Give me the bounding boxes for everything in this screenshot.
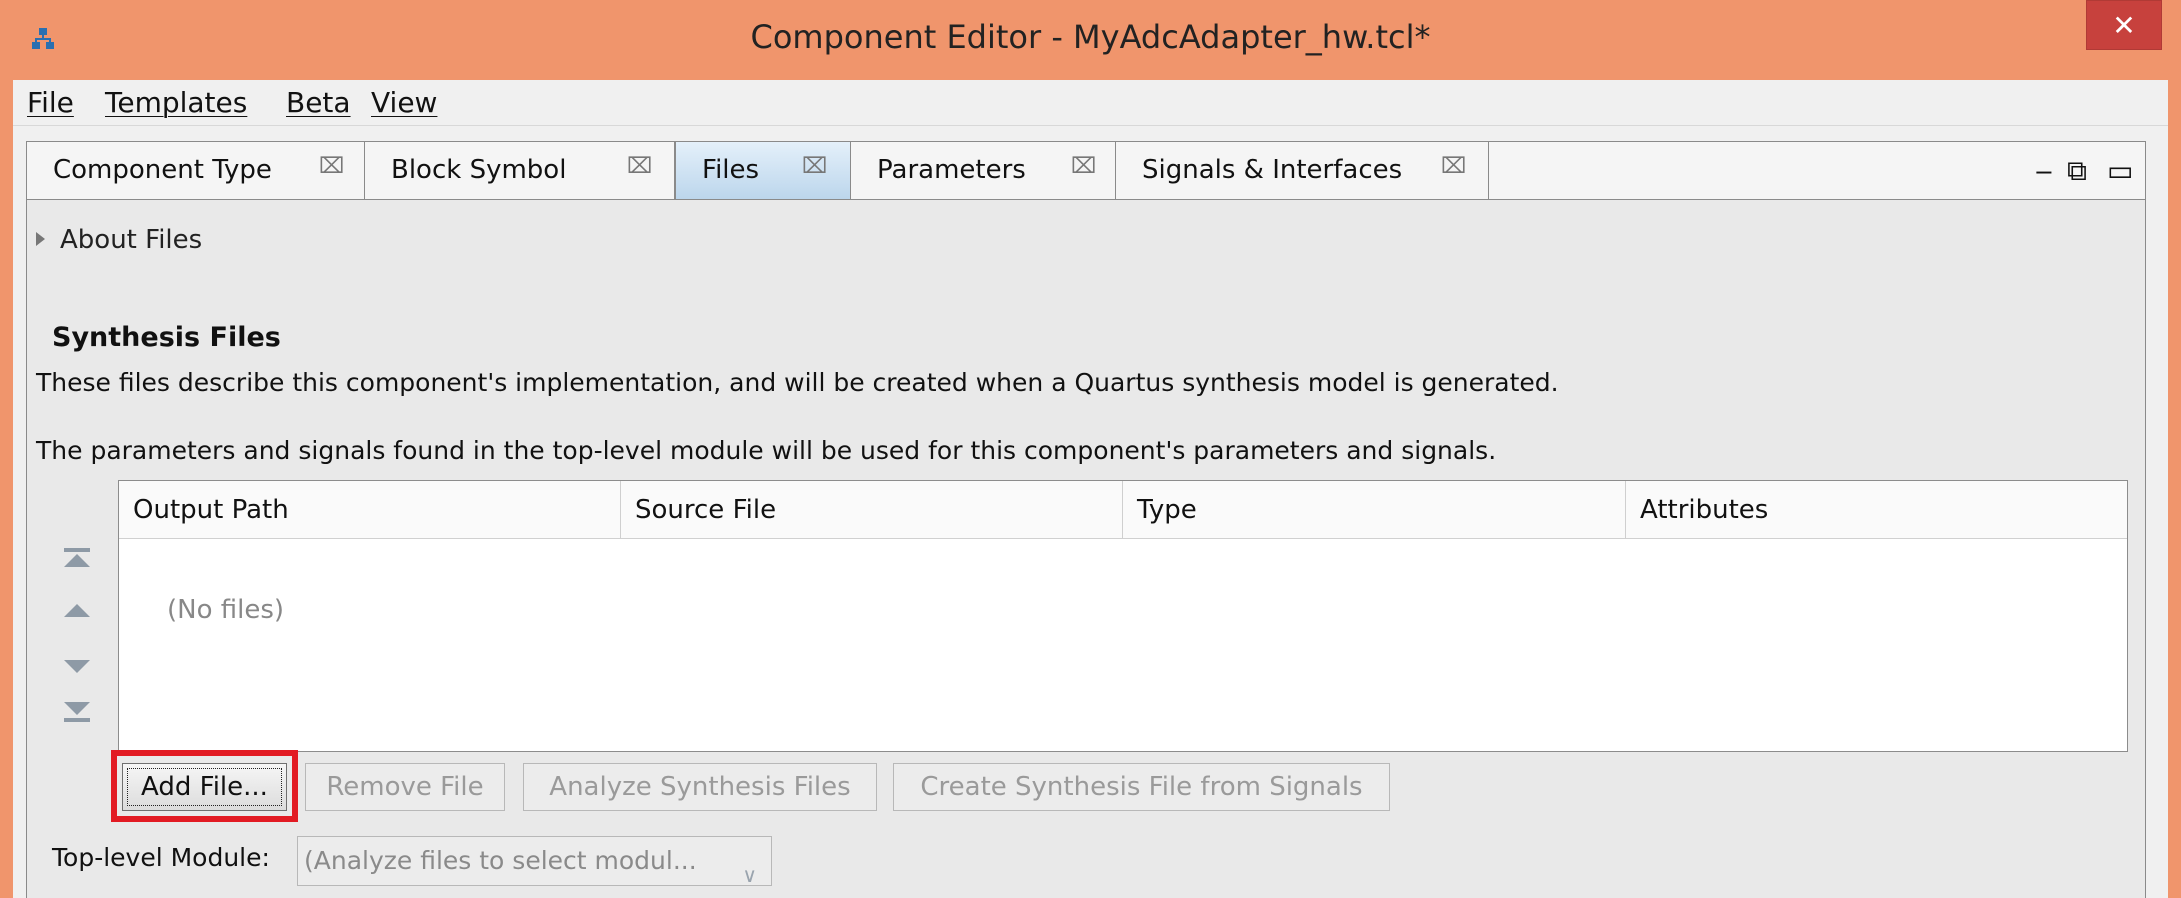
tab-label: Component Type	[53, 155, 272, 185]
window-title: Component Editor - MyAdcAdapter_hw.tcl*	[750, 18, 1431, 56]
column-header-output-path[interactable]: Output Path	[119, 481, 621, 539]
tab-label: Signals & Interfaces	[1142, 155, 1403, 185]
menu-bar: File Templates Beta View	[13, 80, 2168, 126]
tab-close-icon[interactable]: ⌧	[1071, 154, 1096, 179]
section-note: The parameters and signals found in the …	[36, 436, 1497, 465]
move-to-top-icon[interactable]	[62, 548, 92, 576]
column-header-type[interactable]: Type	[1123, 481, 1626, 539]
expand-arrow-icon[interactable]	[36, 232, 45, 246]
tab-label: Block Symbol	[391, 155, 567, 185]
column-header-attributes[interactable]: Attributes	[1626, 481, 2129, 539]
empty-table-message: (No files)	[167, 595, 285, 625]
tab-bar: Component Type ⌧ Block Symbol ⌧ Files ⌧ …	[26, 141, 2146, 200]
close-window-button[interactable]: ✕	[2086, 0, 2162, 50]
tab-component-type[interactable]: Component Type ⌧	[27, 142, 365, 199]
create-synthesis-file-button[interactable]: Create Synthesis File from Signals	[893, 763, 1390, 811]
menu-view[interactable]: View	[371, 86, 437, 119]
tab-close-icon[interactable]: ⌧	[319, 154, 344, 179]
section-title: Synthesis Files	[52, 322, 281, 353]
tab-block-symbol[interactable]: Block Symbol ⌧	[365, 142, 675, 199]
tab-label: Parameters	[877, 155, 1026, 185]
menu-beta[interactable]: Beta	[286, 86, 351, 119]
move-to-bottom-icon[interactable]	[62, 700, 92, 728]
top-level-module-label: Top-level Module:	[52, 843, 270, 872]
restore-panel-icon[interactable]: ⧉	[2067, 154, 2087, 188]
tab-close-icon[interactable]: ⌧	[802, 154, 827, 179]
column-header-source-file[interactable]: Source File	[621, 481, 1123, 539]
tab-parameters[interactable]: Parameters ⌧	[851, 142, 1116, 199]
tab-close-icon[interactable]: ⌧	[627, 154, 652, 179]
move-up-icon[interactable]	[62, 598, 92, 626]
maximize-panel-icon[interactable]: ▭	[2107, 154, 2133, 187]
tab-close-icon[interactable]: ⌧	[1441, 154, 1466, 179]
top-level-module-select[interactable]: (Analyze files to select modul... ∨	[297, 836, 772, 887]
table-header: Output Path Source File Type Attributes	[119, 481, 2127, 539]
about-files-toggle[interactable]: About Files	[60, 225, 202, 255]
section-description: These files describe this component's im…	[36, 368, 1559, 397]
tab-files[interactable]: Files ⌧	[675, 142, 851, 199]
top-level-module-value: (Analyze files to select modul...	[304, 846, 697, 875]
title-bar[interactable]: Component Editor - MyAdcAdapter_hw.tcl* …	[0, 0, 2181, 80]
chevron-down-icon: ∨	[742, 863, 757, 887]
tab-label: Files	[702, 155, 760, 185]
move-down-icon[interactable]	[62, 654, 92, 682]
menu-file[interactable]: File	[27, 86, 74, 119]
menu-templates[interactable]: Templates	[105, 86, 247, 119]
annotation-highlight-box	[111, 750, 298, 822]
minimize-panel-icon[interactable]: ‒	[2035, 154, 2053, 187]
remove-file-button[interactable]: Remove File	[305, 763, 505, 811]
tab-signals-interfaces[interactable]: Signals & Interfaces ⌧	[1116, 142, 1489, 199]
synthesis-files-table[interactable]: Output Path Source File Type Attributes …	[118, 480, 2128, 752]
analyze-synthesis-files-button[interactable]: Analyze Synthesis Files	[523, 763, 877, 811]
component-editor-window: Component Editor - MyAdcAdapter_hw.tcl* …	[0, 0, 2181, 898]
